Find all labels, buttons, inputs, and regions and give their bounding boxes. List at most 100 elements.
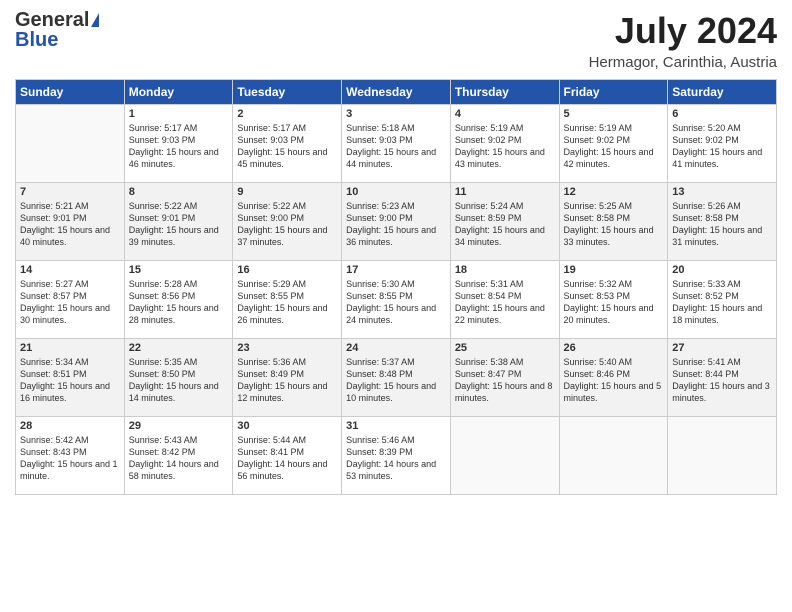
main-container: General Blue July 2024 Hermagor, Carinth…	[0, 0, 792, 505]
day-number: 10	[346, 186, 446, 198]
day-number: 13	[672, 186, 772, 198]
day-number: 19	[564, 264, 664, 276]
table-row: 24Sunrise: 5:37 AMSunset: 8:48 PMDayligh…	[342, 339, 451, 417]
table-row: 5 Sunrise: 5:19 AMSunset: 9:02 PMDaylight…	[559, 105, 668, 183]
col-friday: Friday	[559, 80, 668, 105]
col-saturday: Saturday	[668, 80, 777, 105]
table-row: 19 Sunrise: 5:32 AMSunset: 8:53 PMDayligh…	[559, 261, 668, 339]
logo-blue-text: Blue	[15, 30, 58, 50]
table-row: 29 Sunrise: 5:43 AMSunset: 8:42 PMDayligh…	[124, 417, 233, 495]
day-info: Sunrise: 5:19 AMSunset: 9:02 PMDaylight:…	[455, 122, 555, 171]
day-info: Sunrise: 5:44 AMSunset: 8:41 PMDaylight:…	[237, 434, 337, 483]
day-number: 16	[237, 264, 337, 276]
table-row: 23 Sunrise: 5:36 AMSunset: 8:49 PMDayligh…	[233, 339, 342, 417]
day-number: 4	[455, 108, 555, 120]
day-info: Sunrise: 5:35 AMSunset: 8:50 PMDaylight:…	[129, 356, 229, 405]
day-number: 21	[20, 342, 120, 354]
day-info: Sunrise: 5:22 AMSunset: 9:01 PMDaylight:…	[129, 200, 229, 249]
day-info: Sunrise: 5:32 AMSunset: 8:53 PMDaylight:…	[564, 278, 664, 327]
table-row: 1 Sunrise: 5:17 AMSunset: 9:03 PMDaylight…	[124, 105, 233, 183]
title-area: July 2024 Hermagor, Carinthia, Austria	[589, 10, 777, 71]
day-number: 27	[672, 342, 772, 354]
table-row: 4 Sunrise: 5:19 AMSunset: 9:02 PMDaylight…	[450, 105, 559, 183]
table-row: 13 Sunrise: 5:26 AMSunset: 8:58 PMDayligh…	[668, 183, 777, 261]
day-info: Sunrise: 5:30 AMSunset: 8:55 PMDaylight:…	[346, 278, 446, 327]
table-row: 2Sunrise: 5:17 AMSunset: 9:03 PMDaylight…	[233, 105, 342, 183]
table-row: 3 Sunrise: 5:18 AMSunset: 9:03 PMDaylight…	[342, 105, 451, 183]
day-info: Sunrise: 5:38 AMSunset: 8:47 PMDaylight:…	[455, 356, 555, 405]
day-info: Sunrise: 5:17 AMSunset: 9:03 PMDaylight:…	[129, 122, 229, 171]
day-info: Sunrise: 5:19 AMSunset: 9:02 PMDaylight:…	[564, 122, 664, 171]
table-row	[559, 417, 668, 495]
day-info: Sunrise: 5:26 AMSunset: 8:58 PMDaylight:…	[672, 200, 772, 249]
col-wednesday: Wednesday	[342, 80, 451, 105]
day-info: Sunrise: 5:46 AMSunset: 8:39 PMDaylight:…	[346, 434, 446, 483]
day-info: Sunrise: 5:42 AMSunset: 8:43 PMDaylight:…	[20, 434, 120, 483]
day-number: 26	[564, 342, 664, 354]
day-number: 6	[672, 108, 772, 120]
day-number: 3	[346, 108, 446, 120]
calendar-week-row: 1 Sunrise: 5:17 AMSunset: 9:03 PMDaylight…	[16, 105, 777, 183]
day-number: 1	[129, 108, 229, 120]
month-title: July 2024	[589, 10, 777, 52]
calendar-week-row: 28 Sunrise: 5:42 AMSunset: 8:43 PMDayligh…	[16, 417, 777, 495]
day-info: Sunrise: 5:36 AMSunset: 8:49 PMDaylight:…	[237, 356, 337, 405]
day-number: 8	[129, 186, 229, 198]
table-row: 9Sunrise: 5:22 AMSunset: 9:00 PMDaylight…	[233, 183, 342, 261]
table-row: 11 Sunrise: 5:24 AMSunset: 8:59 PMDayligh…	[450, 183, 559, 261]
day-number: 5	[564, 108, 664, 120]
table-row	[450, 417, 559, 495]
day-info: Sunrise: 5:33 AMSunset: 8:52 PMDaylight:…	[672, 278, 772, 327]
logo: General Blue	[15, 10, 99, 50]
day-info: Sunrise: 5:34 AMSunset: 8:51 PMDaylight:…	[20, 356, 120, 405]
calendar-week-row: 21 Sunrise: 5:34 AMSunset: 8:51 PMDayligh…	[16, 339, 777, 417]
table-row: 26Sunrise: 5:40 AMSunset: 8:46 PMDayligh…	[559, 339, 668, 417]
day-number: 7	[20, 186, 120, 198]
day-number: 9	[237, 186, 337, 198]
table-row: 12 Sunrise: 5:25 AMSunset: 8:58 PMDayligh…	[559, 183, 668, 261]
table-row: 8 Sunrise: 5:22 AMSunset: 9:01 PMDaylight…	[124, 183, 233, 261]
day-number: 30	[237, 420, 337, 432]
table-row: 22 Sunrise: 5:35 AMSunset: 8:50 PMDayligh…	[124, 339, 233, 417]
day-info: Sunrise: 5:41 AMSunset: 8:44 PMDaylight:…	[672, 356, 772, 405]
col-tuesday: Tuesday	[233, 80, 342, 105]
table-row: 20 Sunrise: 5:33 AMSunset: 8:52 PMDayligh…	[668, 261, 777, 339]
day-number: 23	[237, 342, 337, 354]
table-row: 7 Sunrise: 5:21 AMSunset: 9:01 PMDaylight…	[16, 183, 125, 261]
day-info: Sunrise: 5:37 AMSunset: 8:48 PMDaylight:…	[346, 356, 446, 405]
location-title: Hermagor, Carinthia, Austria	[589, 54, 777, 71]
table-row	[16, 105, 125, 183]
table-row: 10 Sunrise: 5:23 AMSunset: 9:00 PMDayligh…	[342, 183, 451, 261]
calendar-header-row: Sunday Monday Tuesday Wednesday Thursday…	[16, 80, 777, 105]
day-number: 31	[346, 420, 446, 432]
day-number: 28	[20, 420, 120, 432]
day-info: Sunrise: 5:31 AMSunset: 8:54 PMDaylight:…	[455, 278, 555, 327]
header: General Blue July 2024 Hermagor, Carinth…	[15, 10, 777, 71]
day-info: Sunrise: 5:20 AMSunset: 9:02 PMDaylight:…	[672, 122, 772, 171]
table-row: 14Sunrise: 5:27 AMSunset: 8:57 PMDayligh…	[16, 261, 125, 339]
calendar-week-row: 14Sunrise: 5:27 AMSunset: 8:57 PMDayligh…	[16, 261, 777, 339]
day-info: Sunrise: 5:18 AMSunset: 9:03 PMDaylight:…	[346, 122, 446, 171]
table-row: 25Sunrise: 5:38 AMSunset: 8:47 PMDayligh…	[450, 339, 559, 417]
col-thursday: Thursday	[450, 80, 559, 105]
calendar-week-row: 7 Sunrise: 5:21 AMSunset: 9:01 PMDaylight…	[16, 183, 777, 261]
day-number: 11	[455, 186, 555, 198]
day-info: Sunrise: 5:25 AMSunset: 8:58 PMDaylight:…	[564, 200, 664, 249]
day-info: Sunrise: 5:43 AMSunset: 8:42 PMDaylight:…	[129, 434, 229, 483]
table-row: 31 Sunrise: 5:46 AMSunset: 8:39 PMDayligh…	[342, 417, 451, 495]
day-info: Sunrise: 5:17 AMSunset: 9:03 PMDaylight:…	[237, 122, 337, 171]
logo-general-text: General	[15, 10, 89, 30]
day-number: 20	[672, 264, 772, 276]
day-info: Sunrise: 5:24 AMSunset: 8:59 PMDaylight:…	[455, 200, 555, 249]
day-number: 12	[564, 186, 664, 198]
table-row	[668, 417, 777, 495]
day-info: Sunrise: 5:23 AMSunset: 9:00 PMDaylight:…	[346, 200, 446, 249]
table-row: 18Sunrise: 5:31 AMSunset: 8:54 PMDayligh…	[450, 261, 559, 339]
day-info: Sunrise: 5:29 AMSunset: 8:55 PMDaylight:…	[237, 278, 337, 327]
day-number: 22	[129, 342, 229, 354]
table-row: 16 Sunrise: 5:29 AMSunset: 8:55 PMDayligh…	[233, 261, 342, 339]
day-number: 15	[129, 264, 229, 276]
table-row: 6 Sunrise: 5:20 AMSunset: 9:02 PMDaylight…	[668, 105, 777, 183]
day-info: Sunrise: 5:21 AMSunset: 9:01 PMDaylight:…	[20, 200, 120, 249]
day-number: 29	[129, 420, 229, 432]
